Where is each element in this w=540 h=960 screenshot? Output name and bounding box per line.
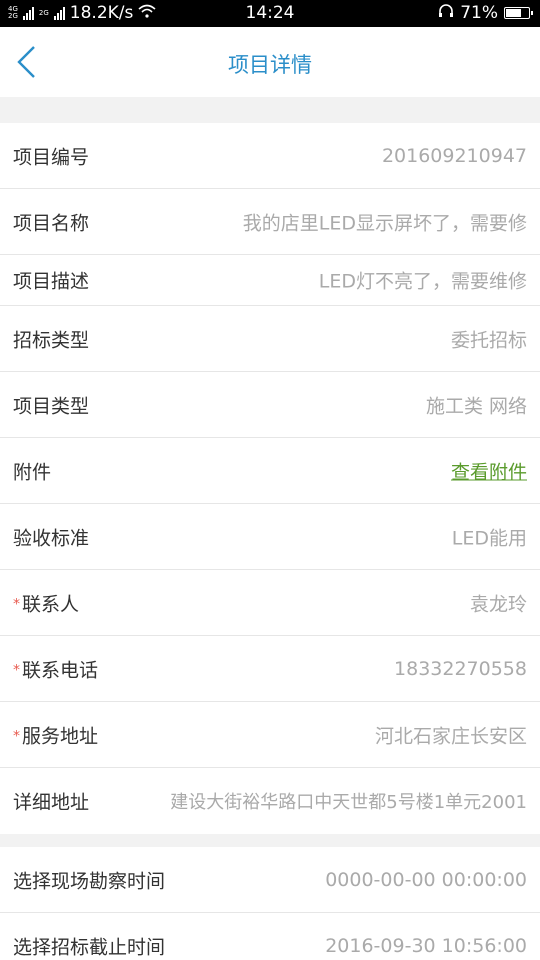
row-label-text: 附件 [13,461,52,483]
list-item: * 服务地址 河北石家庄长安区 [0,702,540,768]
page-title: 项目详情 [228,53,312,77]
row-label: 项目编号 [13,142,89,169]
row-value: 袁龙玲 [469,593,527,615]
row-label-text: 项目编号 [13,146,90,168]
row-value: 201609210947 [381,144,527,167]
list-item: 附件 查看附件 [0,438,540,504]
list-item: 项目名称 我的店里LED显示屏坏了，需要修 [0,189,540,255]
list-item: 项目类型 施工类 网络 [0,372,540,438]
list-item[interactable]: 选择现场勘察时间 0000-00-00 00:00:00 [0,847,540,913]
row-label-text: 选择招标截止时间 [13,936,166,959]
list-item: * 联系人 袁龙玲 [0,570,540,636]
battery-fill [506,9,521,17]
row-label-text: 项目名称 [13,212,90,234]
row-value: LED灯不亮了，需要维修 [318,270,527,293]
row-label: 项目描述 [13,267,89,294]
row-value: 18332270558 [394,657,527,680]
list-item: 项目编号 201609210947 [0,123,540,189]
row-label: 项目类型 [13,391,89,418]
row-label: 选择现场勘察时间 [13,866,165,893]
row-label-text: 项目类型 [13,395,90,417]
row-label: 附件 [13,457,51,484]
row-value: 施工类 网络 [425,395,527,417]
row-value: 河北石家庄长安区 [374,725,527,747]
row-value: LED能用 [451,527,527,549]
list-item: 验收标准 LED能用 [0,504,540,570]
list-item: 详细地址 建设大街裕华路口中天世都5号楼1单元2001 [0,768,540,834]
row-value: 我的店里LED显示屏坏了，需要修 [242,212,527,234]
battery-icon [504,7,533,19]
row-value: 0000-00-00 00:00:00 [325,868,527,891]
row-label-text: 验收标准 [13,527,90,549]
row-label-text: 联系电话 [22,659,99,681]
battery-percent: 71% [460,3,498,23]
row-label: 项目名称 [13,208,89,235]
row-value: 建设大街裕华路口中天世都5号楼1单元2001 [170,792,527,813]
row-value: 2016-09-30 10:56:00 [325,935,527,957]
row-label: 选择招标截止时间 [13,933,165,960]
row-label: 详细地址 [13,788,89,815]
time-selection-list: 选择现场勘察时间 0000-00-00 00:00:00 选择招标截止时间 2016-… [0,847,540,960]
status-bar: 4G 2G 2G 18.2K/s 14:24 71% [0,0,540,27]
list-item: 项目描述 LED灯不亮了，需要维修 [0,255,540,306]
list-item: * 联系电话 18332270558 [0,636,540,702]
row-label: * 联系人 [13,589,79,616]
row-label: * 联系电话 [13,655,98,682]
list-item: 招标类型 委托招标 [0,306,540,372]
required-mark: * [13,728,20,744]
row-label-text: 联系人 [22,593,80,615]
list-item[interactable]: 选择招标截止时间 2016-09-30 10:56:00 [0,913,540,960]
project-info-list: 项目编号 201609210947 项目名称 我的店里LED显示屏坏了，需要修项目描述… [0,123,540,834]
row-label-text: 服务地址 [22,725,99,747]
row-label: * 服务地址 [13,721,98,748]
row-label-text: 项目描述 [13,270,90,293]
row-value: 委托招标 [450,329,527,351]
required-mark: * [13,662,20,678]
nav-header: 项目详情 [0,27,540,97]
row-label-text: 详细地址 [13,791,90,814]
headset-icon [438,3,454,23]
view-attachment-link[interactable]: 查看附件 [451,457,527,484]
row-label-text: 招标类型 [13,329,90,351]
row-label: 验收标准 [13,523,89,550]
row-label-text: 选择现场勘察时间 [13,870,166,892]
row-label: 招标类型 [13,325,89,352]
status-right: 71% [438,3,533,23]
required-mark: * [13,596,20,612]
